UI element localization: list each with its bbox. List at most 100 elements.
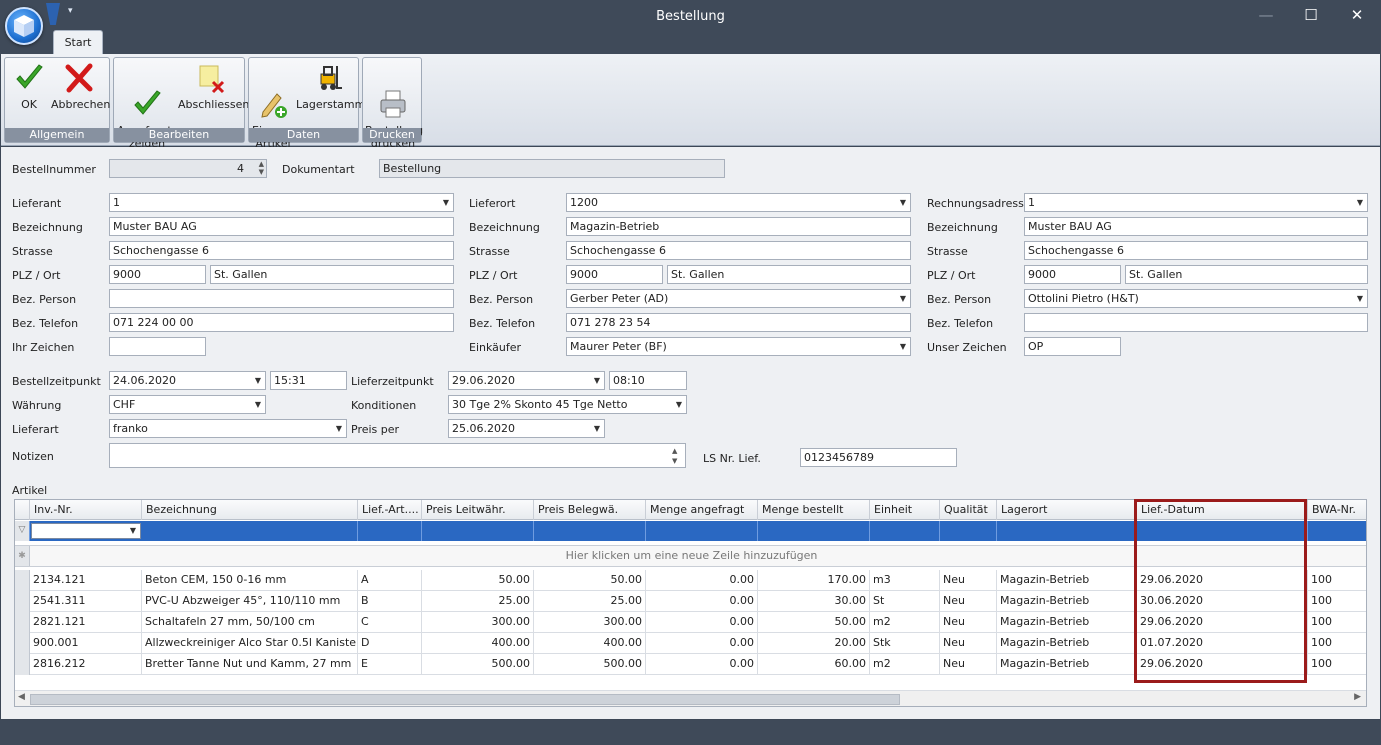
ok-button[interactable]: OK <box>11 62 47 111</box>
table-cell[interactable]: 170.00 <box>758 570 870 591</box>
maximize-button[interactable]: ☐ <box>1288 5 1334 27</box>
table-cell[interactable]: A <box>358 570 422 591</box>
chevron-down-icon[interactable]: ▼ <box>336 420 342 437</box>
filter-row[interactable]: ▽ ▼ <box>15 521 1366 541</box>
table-cell[interactable]: Schaltafeln 27 mm, 50/100 cm <box>142 612 358 633</box>
column-header[interactable]: Preis Belegwä. <box>534 500 646 520</box>
scroll-arrows-icon[interactable]: ▲ ▼ <box>672 446 682 466</box>
lieferant-plz-field[interactable]: 9000 <box>109 265 206 284</box>
chevron-down-icon[interactable]: ▼ <box>443 194 449 211</box>
lieferdatum-picker[interactable]: 29.06.2020 ▼ <box>448 371 605 390</box>
ihr-zeichen-field[interactable] <box>109 337 206 356</box>
filter-cell[interactable] <box>358 521 422 541</box>
table-cell[interactable]: 100 <box>1308 612 1366 633</box>
table-cell[interactable]: 0.00 <box>646 612 758 633</box>
table-cell[interactable]: 25.00 <box>422 591 534 612</box>
close-button[interactable]: ✕ <box>1334 5 1380 27</box>
filter-cell[interactable] <box>142 521 358 541</box>
table-cell[interactable]: 60.00 <box>758 654 870 675</box>
table-cell[interactable]: 30.00 <box>758 591 870 612</box>
chevron-down-icon[interactable]: ▼ <box>594 420 600 437</box>
table-cell[interactable]: St <box>870 591 940 612</box>
lieferort-ort-field[interactable]: St. Gallen <box>667 265 911 284</box>
column-header[interactable]: Lagerort <box>997 500 1137 520</box>
rechnung-plz-field[interactable]: 9000 <box>1024 265 1121 284</box>
minimize-button[interactable]: — <box>1243 5 1289 27</box>
chevron-down-icon[interactable]: ▼ <box>900 194 906 211</box>
chevron-down-icon[interactable]: ▼ <box>130 526 136 535</box>
table-cell[interactable]: 400.00 <box>534 633 646 654</box>
table-cell[interactable]: Magazin-Betrieb <box>997 633 1137 654</box>
table-cell[interactable]: Stk <box>870 633 940 654</box>
rechnung-bezperson-select[interactable]: Ottolini Pietro (H&T) ▼ <box>1024 289 1368 308</box>
column-header[interactable]: Preis Leitwähr. <box>422 500 534 520</box>
table-cell[interactable]: 25.00 <box>534 591 646 612</box>
lagerstamm-button[interactable]: Lagerstamm <box>296 62 365 111</box>
table-cell[interactable]: m2 <box>870 612 940 633</box>
table-cell[interactable]: 0.00 <box>646 570 758 591</box>
table-cell[interactable]: Beton CEM, 150 0-16 mm <box>142 570 358 591</box>
table-cell[interactable]: B <box>358 591 422 612</box>
table-row[interactable]: 2816.212 Bretter Tanne Nut und Kamm, 27 m… <box>15 654 1366 675</box>
lieferort-bezperson-select[interactable]: Gerber Peter (AD) ▼ <box>566 289 911 308</box>
table-cell[interactable]: 2541.311 <box>30 591 142 612</box>
table-row[interactable]: 2821.121 Schaltafeln 27 mm, 50/100 cm C 300… <box>15 612 1366 633</box>
filter-cell[interactable] <box>1137 521 1308 541</box>
table-cell[interactable]: 900.001 <box>30 633 142 654</box>
lieferant-ort-field[interactable]: St. Gallen <box>210 265 454 284</box>
lsnr-field[interactable]: 0123456789 <box>800 448 957 467</box>
table-cell[interactable]: Neu <box>940 570 997 591</box>
table-row[interactable]: 2541.311 PVC-U Abzweiger 45°, 110/110 mm B… <box>15 591 1366 612</box>
table-cell[interactable]: 29.06.2020 <box>1137 612 1308 633</box>
table-cell[interactable]: m2 <box>870 654 940 675</box>
table-cell[interactable]: 50.00 <box>758 612 870 633</box>
table-cell[interactable]: Magazin-Betrieb <box>997 591 1137 612</box>
table-cell[interactable]: Allzweckreiniger Alco Star 0.5l Kanister <box>142 633 358 654</box>
preisper-picker[interactable]: 25.06.2020 ▼ <box>448 419 605 438</box>
waehrung-select[interactable]: CHF ▼ <box>109 395 266 414</box>
column-header[interactable]: Menge angefragt <box>646 500 758 520</box>
rechnung-bezeichnung-field[interactable]: Muster BAU AG <box>1024 217 1368 236</box>
table-cell[interactable]: 300.00 <box>534 612 646 633</box>
lieferort-beztelefon-field[interactable]: 071 278 23 54 <box>566 313 911 332</box>
lieferart-select[interactable]: franko ▼ <box>109 419 347 438</box>
table-cell[interactable]: D <box>358 633 422 654</box>
column-header[interactable]: Menge bestellt <box>758 500 870 520</box>
chevron-down-icon[interactable]: ▼ <box>676 396 682 413</box>
lieferant-strasse-field[interactable]: Schochengasse 6 <box>109 241 454 260</box>
row-selector[interactable] <box>15 654 30 675</box>
row-selector[interactable] <box>15 570 30 591</box>
table-cell[interactable]: 50.00 <box>422 570 534 591</box>
table-cell[interactable]: 29.06.2020 <box>1137 654 1308 675</box>
scroll-right-icon[interactable]: ▶ <box>1354 692 1361 702</box>
column-header[interactable]: Lief.-Datum <box>1137 500 1308 520</box>
lieferant-bezeichnung-field[interactable]: Muster BAU AG <box>109 217 454 236</box>
column-header[interactable]: Bezeichnung <box>142 500 358 520</box>
table-cell[interactable]: Neu <box>940 612 997 633</box>
row-selector[interactable] <box>15 591 30 612</box>
table-cell[interactable]: 100 <box>1308 570 1366 591</box>
bestelldatum-picker[interactable]: 24.06.2020 ▼ <box>109 371 266 390</box>
chevron-down-icon[interactable]: ▼ <box>900 290 906 307</box>
bestellzeit-field[interactable]: 15:31 <box>270 371 347 390</box>
table-cell[interactable]: 01.07.2020 <box>1137 633 1308 654</box>
tab-start[interactable]: Start <box>53 30 103 55</box>
table-cell[interactable]: 0.00 <box>646 654 758 675</box>
row-selector[interactable] <box>15 633 30 654</box>
notizen-textarea[interactable]: ▲ ▼ <box>109 443 686 468</box>
table-cell[interactable]: Magazin-Betrieb <box>997 612 1137 633</box>
column-header[interactable]: BWA-Nr. <box>1308 500 1366 520</box>
new-row-placeholder[interactable]: ✱ Hier klicken um eine neue Zeile hinzuz… <box>15 545 1366 567</box>
chevron-down-icon[interactable]: ▼ <box>900 338 906 355</box>
table-cell[interactable]: E <box>358 654 422 675</box>
table-cell[interactable]: 2816.212 <box>30 654 142 675</box>
scroll-left-icon[interactable]: ◀ <box>18 692 25 702</box>
table-cell[interactable]: Magazin-Betrieb <box>997 654 1137 675</box>
abschliessen-button[interactable]: Abschliessen <box>178 62 249 111</box>
dokumentart-field[interactable]: Bestellung <box>379 159 725 178</box>
table-cell[interactable]: Bretter Tanne Nut und Kamm, 27 mm <box>142 654 358 675</box>
filter-cell[interactable] <box>870 521 940 541</box>
table-cell[interactable]: 100 <box>1308 654 1366 675</box>
table-cell[interactable]: 29.06.2020 <box>1137 570 1308 591</box>
table-cell[interactable]: 0.00 <box>646 591 758 612</box>
